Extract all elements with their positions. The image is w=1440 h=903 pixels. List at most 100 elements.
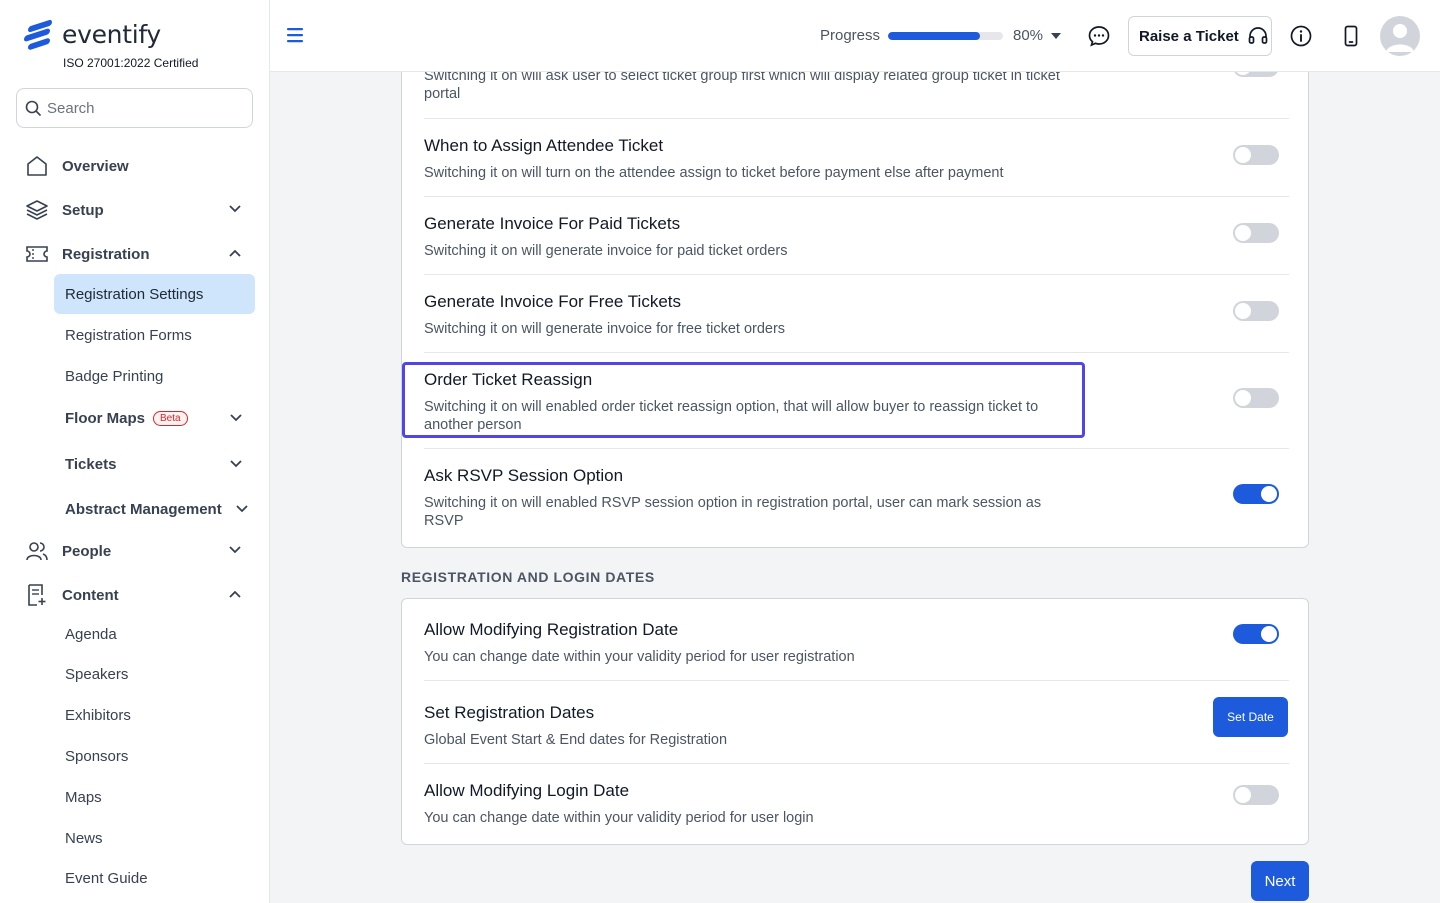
chevron-up-icon [229, 249, 241, 257]
invoice-paid-toggle[interactable] [1233, 223, 1279, 243]
sidebar-item-abstract-management[interactable]: Abstract Management [54, 489, 255, 529]
setting-title: Generate Invoice For Free Tickets [424, 292, 681, 311]
sidebar-item-event-guide[interactable]: Event Guide [54, 858, 255, 898]
divider [424, 680, 1289, 681]
divider [424, 352, 1289, 353]
sidebar-item-floor-maps[interactable]: Floor Maps Beta [54, 398, 255, 438]
setting-row-ticket-group: Switching it on will ask user to select … [424, 67, 1289, 103]
document-add-icon [24, 582, 50, 608]
divider [424, 448, 1289, 449]
section-title: REGISTRATION AND LOGIN DATES [401, 569, 655, 585]
progress-fill [888, 32, 980, 40]
setting-row-rsvp: Ask RSVP Session Option Switching it on … [424, 466, 1289, 530]
sidebar-item-exhibitors[interactable]: Exhibitors [54, 695, 255, 735]
divider [424, 763, 1289, 764]
modify-login-date-toggle[interactable] [1233, 785, 1279, 805]
sidebar-item-label: Tickets [65, 455, 117, 473]
chevron-down-icon [236, 505, 248, 513]
info-icon[interactable] [1289, 24, 1313, 48]
setting-title: Allow Modifying Login Date [424, 781, 630, 800]
brand-logo[interactable]: eventify [24, 18, 161, 51]
rsvp-toggle[interactable] [1233, 484, 1279, 504]
brand-name: eventify [62, 20, 161, 49]
sidebar-item-agenda[interactable]: Agenda [54, 614, 255, 654]
chevron-down-icon [229, 546, 241, 554]
registration-settings-card: Switching it on will ask user to select … [401, 40, 1309, 548]
sidebar-item-content[interactable]: Content [24, 577, 246, 613]
sidebar-item-news[interactable]: News [54, 818, 255, 858]
sidebar-item-label: Content [62, 586, 119, 604]
sidebar-item-label: People [62, 542, 112, 560]
set-date-button[interactable]: Set Date [1213, 697, 1288, 737]
setting-title: When to Assign Attendee Ticket [424, 136, 664, 155]
sidebar-item-registration-settings[interactable]: Registration Settings [54, 274, 255, 314]
setting-title: Ask RSVP Session Option [424, 466, 624, 485]
setting-title: Allow Modifying Registration Date [424, 620, 679, 639]
caret-down-icon[interactable] [1051, 33, 1061, 39]
sidebar-item-tickets[interactable]: Tickets [54, 444, 255, 484]
sidebar-item-label: Abstract Management [65, 500, 222, 518]
setting-row-invoice-free: Generate Invoice For Free Tickets Switch… [424, 292, 1289, 338]
focus-highlight [402, 362, 1085, 438]
setting-row-invoice-paid: Generate Invoice For Paid Tickets Switch… [424, 214, 1289, 260]
home-icon [24, 153, 50, 179]
sidebar-item-label: Floor Maps [65, 409, 146, 427]
setting-description: Switching it on will generate invoice fo… [424, 243, 788, 259]
eventify-logo-icon [24, 18, 54, 51]
search-input[interactable] [47, 99, 237, 117]
raise-ticket-button[interactable]: Raise a Ticket [1128, 16, 1272, 56]
chevron-down-icon [229, 205, 241, 213]
next-button[interactable]: Next [1251, 861, 1309, 901]
sidebar-item-sponsors[interactable]: Sponsors [54, 736, 255, 776]
search-box[interactable] [16, 88, 253, 128]
avatar[interactable] [1380, 16, 1420, 56]
hamburger-menu-icon[interactable] [286, 27, 304, 43]
sidebar-item-registration[interactable]: Registration [24, 236, 246, 272]
progress-bar [888, 32, 1003, 40]
sidebar: eventify ISO 27001:2022 Certified Overvi… [0, 0, 270, 903]
divider [424, 274, 1289, 275]
setting-row-assign-attendee: When to Assign Attendee Ticket Switching… [424, 136, 1289, 182]
setting-description: Switching it on will turn on the attende… [424, 165, 1004, 181]
sidebar-item-maps[interactable]: Maps [54, 777, 255, 817]
sidebar-item-speakers[interactable]: Speakers [54, 654, 255, 694]
setting-description: Switching it on will generate invoice fo… [424, 321, 786, 337]
setting-title: Generate Invoice For Paid Tickets [424, 214, 681, 233]
chevron-up-icon [229, 590, 241, 598]
setting-description: Switching it on will enabled RSVP sessio… [424, 495, 1042, 529]
sidebar-item-setup[interactable]: Setup [24, 192, 246, 228]
chevron-down-icon [230, 460, 242, 468]
setting-description: Switching it on will ask user to select … [424, 68, 1060, 102]
setting-row-modify-login-date: Allow Modifying Login Date You can chang… [424, 781, 1289, 827]
chat-icon[interactable] [1087, 24, 1111, 48]
search-icon [25, 100, 41, 116]
sidebar-item-registration-forms[interactable]: Registration Forms [54, 315, 255, 355]
sidebar-item-label: Overview [62, 157, 129, 175]
divider [424, 118, 1289, 119]
sidebar-item-label: Registration [62, 245, 150, 263]
assign-attendee-toggle[interactable] [1233, 145, 1279, 165]
layers-icon [24, 197, 50, 223]
order-reassign-toggle[interactable] [1233, 388, 1279, 408]
top-header: Progress 80% Raise a Ticket [270, 0, 1440, 72]
sidebar-item-badge-printing[interactable]: Badge Printing [54, 356, 255, 396]
modify-registration-date-toggle[interactable] [1233, 624, 1279, 644]
divider [424, 196, 1289, 197]
sidebar-item-label: Setup [62, 201, 104, 219]
user-avatar-icon [1386, 24, 1414, 52]
progress-percent: 80% [1013, 27, 1044, 44]
headset-icon [1248, 27, 1268, 44]
beta-badge: Beta [153, 410, 188, 426]
setting-description: You can change date within your validity… [424, 810, 814, 826]
setting-row-modify-registration-date: Allow Modifying Registration Date You ca… [424, 620, 1289, 666]
sidebar-item-overview[interactable]: Overview [24, 148, 246, 184]
ticket-icon [24, 241, 50, 267]
raise-ticket-label: Raise a Ticket [1139, 27, 1239, 45]
setting-title: Set Registration Dates [424, 703, 595, 722]
mobile-device-icon[interactable] [1339, 24, 1363, 48]
invoice-free-toggle[interactable] [1233, 301, 1279, 321]
sidebar-item-people[interactable]: People [24, 533, 246, 569]
setting-description: Global Event Start & End dates for Regis… [424, 732, 728, 748]
setting-description: You can change date within your validity… [424, 649, 855, 665]
setting-row-set-registration-dates: Set Registration Dates Global Event Star… [424, 703, 1289, 749]
